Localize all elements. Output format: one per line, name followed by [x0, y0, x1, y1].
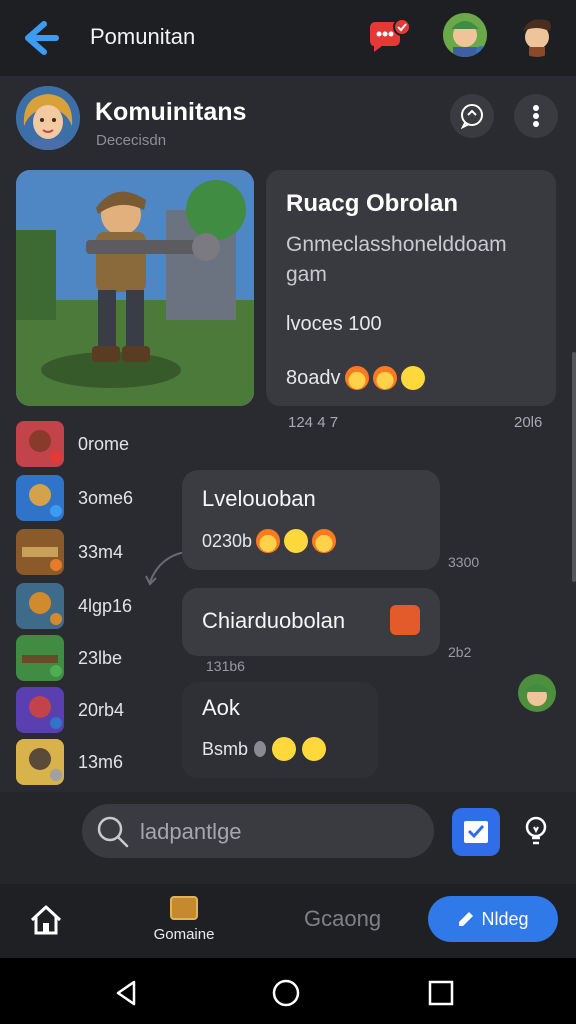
- member-thumbnail: [16, 687, 64, 733]
- member-label: 20rb4: [78, 699, 125, 720]
- fire-emoji-icon: [312, 529, 337, 553]
- search-icon: [97, 816, 129, 848]
- message-text: Lvelouoban: [202, 486, 316, 511]
- member-thumbnail: [16, 583, 64, 629]
- featured-time-left: 124 4 7: [288, 414, 339, 431]
- message-time: 3300: [448, 554, 480, 570]
- message-reactions[interactable]: Bsmb: [202, 737, 327, 761]
- chat-icon: [460, 104, 483, 129]
- composer-bar: ladpantlge: [0, 792, 576, 884]
- nav-game-tab[interactable]: Gomaine: [144, 896, 224, 943]
- member-thumbnail: [16, 635, 64, 681]
- message-input[interactable]: ladpantlge: [82, 804, 434, 858]
- member-item[interactable]: 13m6: [16, 738, 156, 786]
- nav-middle-tab[interactable]: Gcaong: [304, 906, 381, 932]
- message-text: Chiarduobolan: [202, 608, 346, 633]
- message-bubble[interactable]: Chiarduobolan: [182, 588, 440, 656]
- member-item[interactable]: 3ome6: [16, 474, 156, 522]
- member-item[interactable]: 0rome: [16, 420, 156, 468]
- chat-notification-icon[interactable]: [366, 18, 414, 58]
- member-thumbnail: [16, 475, 64, 521]
- featured-time-right: 20l6: [514, 414, 543, 431]
- profile-avatar[interactable]: [515, 13, 559, 57]
- community-subtitle: Dececisdn: [96, 132, 167, 149]
- fire-emoji-icon: [372, 366, 397, 390]
- member-label: 33m4: [78, 541, 124, 562]
- member-label: 4lgp16: [78, 595, 133, 616]
- nav-game-label: Gomaine: [153, 926, 215, 943]
- member-label: 0rome: [78, 433, 130, 454]
- send-icon: [464, 821, 488, 843]
- more-vertical-icon: [533, 105, 539, 127]
- system-nav-bar: [0, 958, 576, 1024]
- member-item[interactable]: 20rb4: [16, 686, 156, 734]
- bottom-navigation: Gomaine Gcaong Nldeg: [0, 884, 576, 958]
- smile-emoji-icon: [272, 737, 297, 761]
- explosion-emoji-icon: [390, 605, 420, 635]
- message-time: 2b2: [448, 644, 472, 660]
- smile-emoji-icon: [302, 737, 327, 761]
- user-avatar[interactable]: [443, 13, 487, 57]
- game-chest-icon: [170, 896, 198, 920]
- message-reactions[interactable]: 0230b: [202, 529, 337, 553]
- home-icon[interactable]: [28, 902, 64, 938]
- back-arrow-icon[interactable]: [18, 16, 62, 60]
- member-thumbnail: [16, 421, 64, 467]
- member-label: 13m6: [78, 751, 124, 772]
- input-placeholder: ladpantlge: [140, 819, 242, 844]
- member-label: 23lbe: [78, 647, 123, 668]
- top-app-bar: Pomunitan: [0, 0, 576, 76]
- featured-reactions[interactable]: 8oadv: [286, 366, 425, 390]
- reactions-label: 8oadv: [286, 366, 341, 389]
- reactions-count: 0230b: [202, 530, 253, 551]
- nav-active-pill[interactable]: Nldeg: [428, 896, 558, 942]
- message-bubble[interactable]: Aok Bsmb: [182, 682, 378, 778]
- pin-icon: [254, 741, 267, 757]
- member-item[interactable]: 33m4: [16, 528, 156, 576]
- nav-pill-label: Nldeg: [481, 908, 529, 929]
- fire-emoji-icon: [256, 529, 281, 553]
- featured-card[interactable]: Ruacg Obrolan Gnmeclasshonelddoam gam lv…: [266, 170, 556, 406]
- community-avatar[interactable]: [16, 86, 80, 150]
- member-item[interactable]: 23lbe: [16, 634, 156, 682]
- community-header: Komuinitans Dececisdn: [0, 76, 576, 164]
- app-title: Pomunitan: [90, 24, 196, 49]
- lightbulb-icon[interactable]: [522, 814, 550, 850]
- chat-button[interactable]: [450, 94, 494, 138]
- smile-emoji-icon: [284, 529, 309, 553]
- reply-avatar[interactable]: [518, 674, 556, 712]
- featured-description: Gnmeclasshonelddoam gam: [286, 233, 507, 286]
- featured-title: Ruacg Obrolan: [286, 190, 459, 217]
- back-triangle-icon[interactable]: [112, 978, 142, 1008]
- message-text: Aok: [202, 695, 240, 720]
- featured-stat: lvoces 100: [286, 313, 382, 335]
- member-label: 3ome6: [78, 487, 134, 508]
- member-thumbnail: [16, 739, 64, 785]
- edit-icon: [459, 912, 474, 926]
- community-name: Komuinitans: [95, 98, 247, 126]
- more-options-button[interactable]: [514, 94, 558, 138]
- message-time: 131b6: [206, 658, 245, 674]
- member-item[interactable]: 4lgp16: [16, 582, 156, 630]
- featured-image[interactable]: [16, 170, 254, 406]
- home-circle-icon[interactable]: [271, 978, 301, 1008]
- scrollbar[interactable]: [572, 352, 576, 582]
- recents-square-icon[interactable]: [426, 978, 456, 1008]
- member-thumbnail: [16, 529, 64, 575]
- send-button[interactable]: [452, 808, 500, 856]
- smile-emoji-icon: [400, 366, 425, 390]
- message-bubble[interactable]: Lvelouoban 0230b: [182, 470, 440, 570]
- fire-emoji-icon: [344, 366, 369, 390]
- reactions-count: Bsmb: [202, 738, 249, 759]
